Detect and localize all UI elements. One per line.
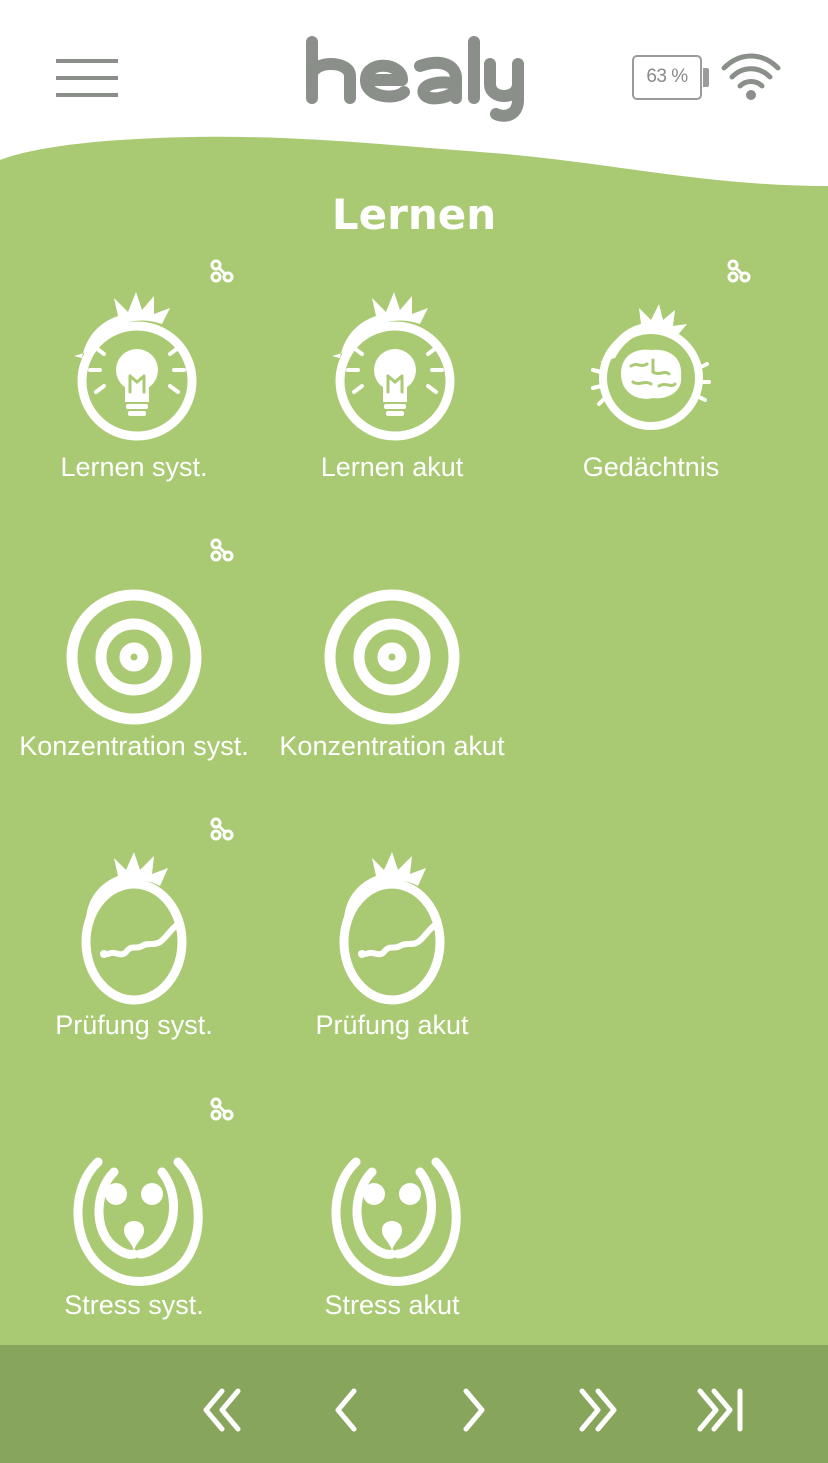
menu-icon <box>56 59 118 97</box>
program-label: Lernen syst. <box>60 452 208 482</box>
previous-page-button[interactable] <box>318 1385 378 1435</box>
stress-icon <box>312 1126 472 1286</box>
stress-icon <box>54 1126 214 1286</box>
skip-to-end-icon <box>697 1388 743 1432</box>
battery-percentage: 63 % <box>632 55 702 100</box>
program-label: Gedächtnis <box>582 452 720 482</box>
program-label: Lernen akut <box>320 452 464 482</box>
program-tile[interactable]: Lernen akut <box>263 258 521 508</box>
next-page-button[interactable] <box>444 1385 504 1435</box>
menu-button[interactable] <box>52 55 122 103</box>
link-badge-icon <box>209 537 235 563</box>
fast-forward-button[interactable] <box>568 1385 628 1435</box>
program-label: Konzentration syst. <box>19 731 249 761</box>
program-tile[interactable]: Gedächtnis <box>522 258 780 508</box>
program-tile[interactable]: Lernen syst. <box>5 258 263 508</box>
program-label: Stress akut <box>324 1290 460 1320</box>
link-badge-icon <box>209 258 235 284</box>
program-tile[interactable]: Stress akut <box>263 1096 521 1346</box>
link-badge-icon <box>726 258 752 284</box>
target-icon <box>54 567 214 727</box>
lightbulb-head-icon <box>312 288 472 448</box>
healy-logo-mark <box>306 36 524 122</box>
battery-tip <box>703 68 709 87</box>
wifi-icon <box>720 52 782 102</box>
last-page-button[interactable] <box>690 1385 750 1435</box>
program-label: Konzentration akut <box>279 731 505 761</box>
lightbulb-head-icon <box>54 288 214 448</box>
program-label: Prüfung syst. <box>55 1010 213 1040</box>
double-chevron-left-icon <box>203 1388 241 1432</box>
target-icon <box>312 567 472 727</box>
chevron-left-icon <box>335 1388 357 1432</box>
worried-head-icon <box>54 846 214 1006</box>
program-tile[interactable]: Stress syst. <box>5 1096 263 1346</box>
pagination-footer <box>0 1345 828 1463</box>
page-title: Lernen <box>331 190 497 239</box>
program-tile[interactable]: Konzentration akut <box>263 537 521 787</box>
battery-indicator: 63 % <box>632 55 710 100</box>
double-chevron-right-icon <box>579 1388 617 1432</box>
program-label: Stress syst. <box>64 1290 204 1320</box>
worried-head-icon <box>312 846 472 1006</box>
link-badge-icon <box>209 1096 235 1122</box>
app-header: 63 % <box>0 0 828 200</box>
program-tile[interactable]: Prüfung akut <box>263 816 521 1066</box>
program-tile[interactable]: Prüfung syst. <box>5 816 263 1066</box>
healy-logo <box>300 36 528 122</box>
chevron-right-icon <box>463 1388 485 1432</box>
brain-head-icon <box>571 288 731 448</box>
link-badge-icon <box>209 816 235 842</box>
program-label: Prüfung akut <box>315 1010 469 1040</box>
program-tile[interactable]: Konzentration syst. <box>5 537 263 787</box>
first-page-button[interactable] <box>196 1385 256 1435</box>
